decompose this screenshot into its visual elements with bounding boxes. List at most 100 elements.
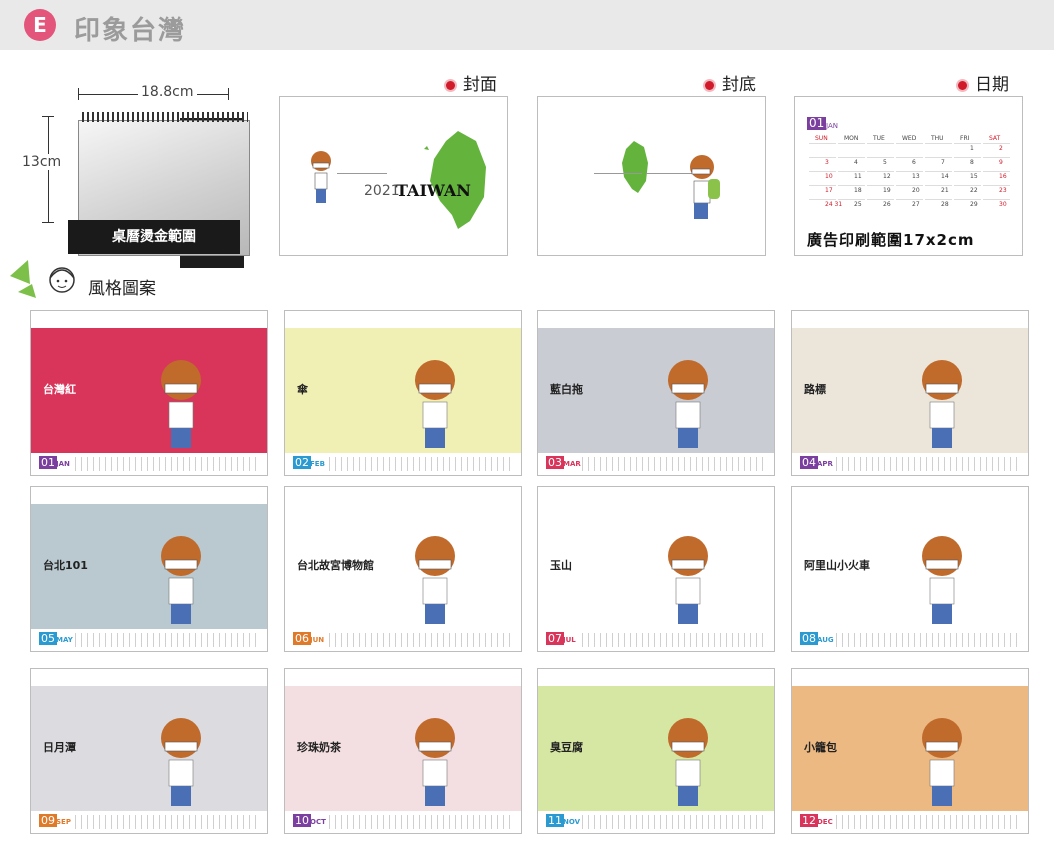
month-caption: 路標 [804, 383, 826, 396]
calendar-cell-divider [867, 185, 894, 186]
calendar-day: 26 [883, 201, 891, 208]
section-badge: E [24, 9, 56, 41]
month-name: MAY [56, 636, 73, 644]
month-name: DEC [817, 818, 833, 826]
calendar-cell-divider [896, 199, 923, 200]
width-tick-left [78, 88, 79, 100]
calendar-cell-divider [983, 199, 1010, 200]
calendar-cell-divider [838, 185, 865, 186]
calendar-day: 24 31 [825, 201, 843, 208]
cover-title: TAIWAN [396, 181, 471, 200]
month-card-aug: 阿里山小火車 08 AUG [791, 486, 1029, 652]
style-section: 風格圖案 [8, 254, 208, 299]
month-calendar-strip: 02 FEB [285, 453, 521, 475]
month-days-row [75, 457, 261, 471]
calendar-cell-divider [809, 143, 836, 144]
calendar-day: 22 [970, 187, 978, 194]
month-name: NOV [563, 818, 581, 826]
month-number: 12 [800, 814, 818, 827]
month-days-row [582, 457, 768, 471]
calendar-cell-divider [867, 199, 894, 200]
calendar-day: 29 [970, 201, 978, 208]
month-days-row [75, 633, 261, 647]
month-number: 04 [800, 456, 818, 469]
calendar-cell-divider [838, 171, 865, 172]
calendar-day: 30 [999, 201, 1007, 208]
back-cover-preview [537, 96, 766, 256]
calendar-cell-divider [925, 157, 952, 158]
month-name: SEP [56, 818, 71, 826]
calendar-day: 20 [912, 187, 920, 194]
height-tick-bottom [42, 222, 54, 223]
month-name: JUN [310, 636, 325, 644]
calendar-cell-divider [983, 171, 1010, 172]
month-caption: 傘 [297, 383, 308, 396]
calendar-cell-divider [896, 185, 923, 186]
month-card-jan: 台灣紅 01 JAN [30, 310, 268, 476]
calendar-cell-divider [925, 199, 952, 200]
calendar-day: 16 [999, 173, 1007, 180]
month-calendar-strip: 10 OCT [285, 811, 521, 833]
calendar-cell-divider [838, 143, 865, 144]
weekday-header: MON [844, 135, 859, 142]
calendar-cell-divider [896, 171, 923, 172]
calendar-cell-divider [809, 185, 836, 186]
calendar-cell-divider [809, 157, 836, 158]
calendar-cell-divider [954, 143, 981, 144]
width-tick-right [228, 88, 229, 100]
month-calendar-strip: 09 SEP [31, 811, 267, 833]
month-caption: 小籠包 [804, 741, 837, 754]
month-caption: 日月潭 [43, 741, 76, 754]
date-calendar-grid: SUN MON TUE WED THU FRI SAT 1 2 3 4 5 6 7 8 9 10 11 12 13 14… [809, 135, 1014, 223]
month-name: FEB [310, 460, 325, 468]
bullet-dot-icon [958, 80, 967, 90]
cover-year: 2021 [364, 183, 400, 199]
month-days-row [329, 457, 515, 471]
bullet-dot-icon [446, 80, 455, 90]
calendar-day: 18 [854, 187, 862, 194]
calendar-day: 27 [912, 201, 920, 208]
cover-illustration [311, 131, 486, 229]
girl-character-icon [668, 536, 708, 624]
month-card-nov: 臭豆腐 11 NOV [537, 668, 775, 834]
month-caption: 台北101 [43, 559, 88, 572]
calendar-day: 7 [941, 159, 945, 166]
month-calendar-strip: 05 MAY [31, 629, 267, 651]
month-card-may: 台北101 05 MAY [30, 486, 268, 652]
calendar-day: 23 [999, 187, 1007, 194]
month-name: AUG [817, 636, 834, 644]
month-illustration [285, 328, 521, 454]
month-number: 09 [39, 814, 57, 827]
month-days-row [582, 815, 768, 829]
month-card-feb: 傘 02 FEB [284, 310, 522, 476]
calendar-cell-divider [809, 171, 836, 172]
calendar-day: 14 [941, 173, 949, 180]
calendar-cell-divider [925, 171, 952, 172]
width-label: 18.8cm [138, 84, 197, 100]
month-card-jun: 台北故宮博物館 06 JUN [284, 486, 522, 652]
weekday-header: FRI [960, 135, 970, 142]
month-caption: 藍白拖 [550, 383, 583, 396]
calendar-cell-divider [809, 199, 836, 200]
preview-label-back: 封底 [705, 70, 756, 95]
weekday-header: TUE [873, 135, 885, 142]
month-caption: 臭豆腐 [550, 741, 583, 754]
calendar-day: 25 [854, 201, 862, 208]
style-section-label: 風格圖案 [88, 279, 156, 299]
girl-character-icon [415, 360, 455, 448]
back-cover-illustration [594, 141, 720, 219]
month-name: APR [817, 460, 833, 468]
calendar-day: 6 [912, 159, 916, 166]
calendar-cell-divider [954, 157, 981, 158]
month-card-sep: 日月潭 09 SEP [30, 668, 268, 834]
calendar-day: 28 [941, 201, 949, 208]
calendar-day: 9 [999, 159, 1003, 166]
calendar-day: 21 [941, 187, 949, 194]
calendar-cell-divider [867, 171, 894, 172]
weekday-header: SUN [815, 135, 828, 142]
calendar-day: 13 [912, 173, 920, 180]
month-number: 10 [293, 814, 311, 827]
calendar-cell-divider [954, 199, 981, 200]
month-days-row [75, 815, 261, 829]
calendar-cell-divider [925, 185, 952, 186]
